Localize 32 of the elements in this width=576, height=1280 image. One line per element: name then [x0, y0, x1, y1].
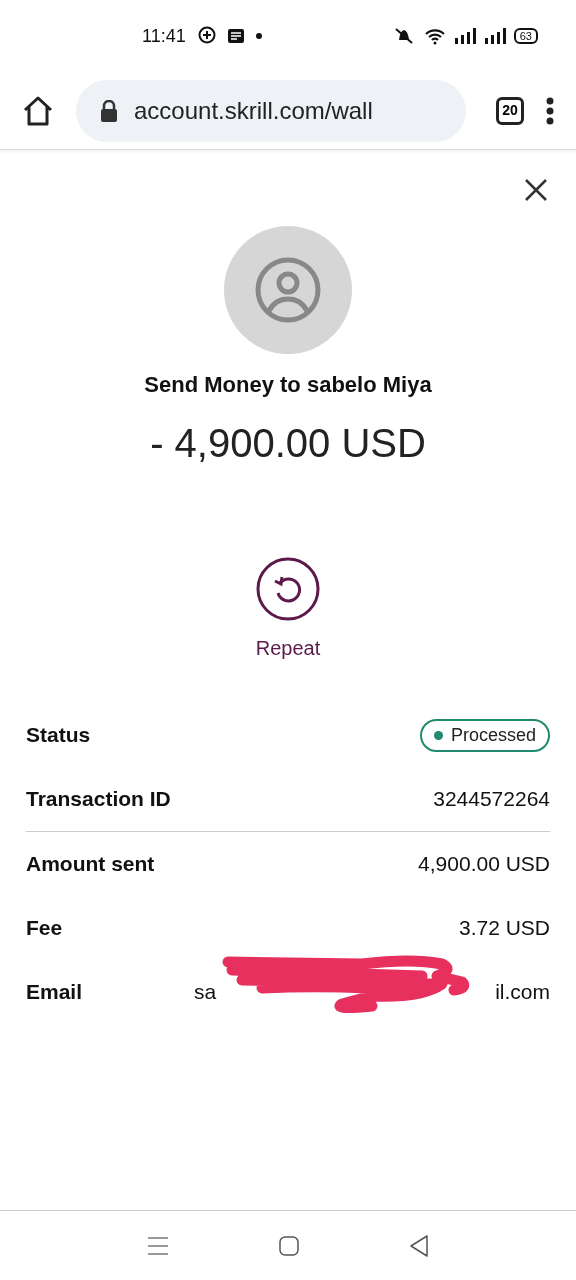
signal-icon: [453, 28, 476, 44]
close-icon[interactable]: [524, 178, 548, 202]
detail-label: Fee: [26, 915, 63, 942]
url-text: account.skrill.com/wall: [134, 95, 373, 126]
user-icon: [255, 257, 321, 323]
detail-label: Amount sent: [26, 851, 155, 878]
home-icon[interactable]: [22, 95, 54, 126]
status-time: 11:41: [142, 24, 186, 48]
detail-label: Transaction ID: [26, 786, 171, 813]
transaction-amount: - 4,900.00 USD: [150, 420, 426, 467]
detail-value: 3244572264: [433, 786, 550, 813]
detail-value: 4,900.00 USD: [418, 851, 550, 878]
battery-indicator: 63: [513, 28, 538, 44]
menu-icon[interactable]: [147, 1235, 169, 1256]
detail-value: 3.72 USD: [458, 915, 550, 942]
tab-count-button[interactable]: 20: [496, 96, 524, 125]
detail-value: il.com: [495, 979, 550, 1006]
more-icon[interactable]: [546, 96, 554, 125]
status-text: Processed: [450, 723, 536, 747]
back-icon[interactable]: [409, 1234, 429, 1257]
signal-icon: [483, 28, 506, 44]
detail-value: sa: [194, 979, 217, 1006]
wifi-icon: [423, 27, 446, 45]
address-bar[interactable]: account.skrill.com/wall: [76, 79, 466, 142]
transaction-title: Send Money to sabelo Miya: [144, 371, 432, 399]
message-icon: [227, 29, 244, 43]
home-square-icon[interactable]: [279, 1235, 299, 1256]
detail-label: Status: [26, 722, 91, 749]
repeat-icon: [256, 557, 320, 621]
repeat-button[interactable]: Repeat: [255, 557, 321, 663]
lock-icon: [100, 99, 118, 122]
detail-label: Email: [26, 979, 83, 1006]
